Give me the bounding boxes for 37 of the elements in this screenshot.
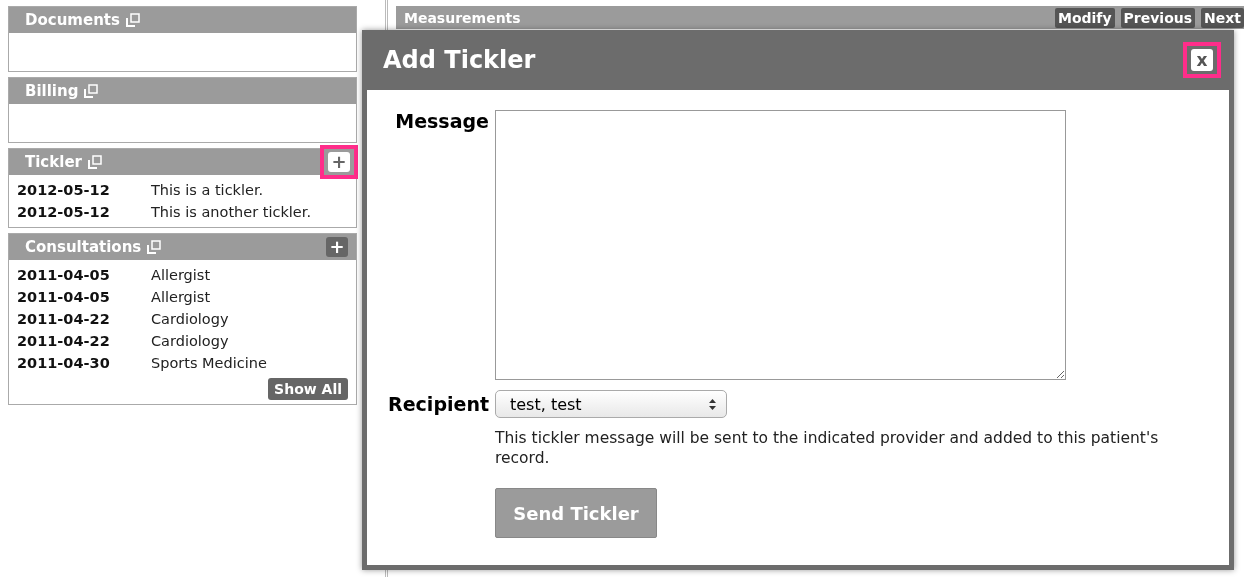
row-text: Cardiology xyxy=(151,332,229,351)
toolbar-button[interactable]: Modify xyxy=(1054,7,1115,28)
row-date: 2012-05-12 xyxy=(17,203,111,222)
row-date: 2011-04-05 xyxy=(17,288,111,307)
help-text: This tickler message will be sent to the indicated provider and added to this patient's record. xyxy=(495,428,1160,468)
panel-title: Billing xyxy=(25,82,79,100)
row-date: 2011-04-30 xyxy=(17,354,111,373)
stepper-icon xyxy=(709,398,716,410)
add-button[interactable]: + xyxy=(326,237,348,257)
dialog-title: Add Tickler xyxy=(383,46,536,74)
popout-icon[interactable] xyxy=(125,13,140,27)
popout-icon[interactable] xyxy=(147,240,162,254)
recipient-select[interactable]: test, test xyxy=(495,390,727,418)
popout-icon[interactable] xyxy=(84,84,99,98)
section-title: Measurements xyxy=(404,9,521,26)
popout-icon[interactable] xyxy=(87,155,102,169)
row-date: 2011-04-05 xyxy=(17,266,111,285)
row-text: Allergist xyxy=(151,288,211,307)
toolbar-button[interactable]: Previous xyxy=(1120,7,1196,28)
row-text: Cardiology xyxy=(151,310,229,329)
row-text: Sports Medicine xyxy=(151,354,267,373)
show-all-button[interactable]: Show All xyxy=(268,378,348,400)
toolbar-button[interactable]: Next xyxy=(1201,7,1244,28)
field-label: Recipient xyxy=(387,393,490,415)
row-date: 2011-04-22 xyxy=(17,310,111,329)
panel-title: Consultations xyxy=(25,238,142,256)
message-field[interactable] xyxy=(495,110,1066,380)
panel-title: Documents xyxy=(25,11,120,29)
row-date: 2011-04-22 xyxy=(17,332,111,351)
panel-title: Tickler xyxy=(25,153,82,171)
add-button[interactable]: + xyxy=(328,152,350,172)
row-text: This is a tickler. xyxy=(151,181,264,200)
row-date: 2012-05-12 xyxy=(17,181,111,200)
row-text: This is another tickler. xyxy=(151,203,312,222)
close-button[interactable]: x xyxy=(1191,49,1213,71)
row-text: Allergist xyxy=(151,266,211,285)
field-label: Message xyxy=(394,110,490,134)
